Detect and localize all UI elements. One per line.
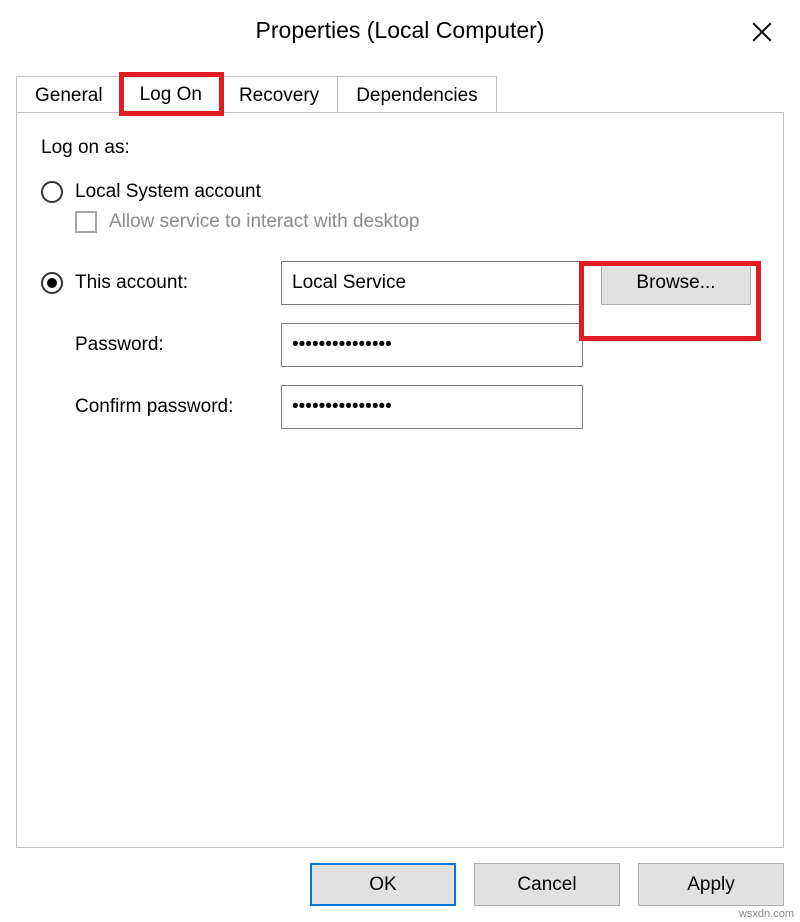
close-icon xyxy=(752,22,772,42)
dialog-content: General Log On Recovery Dependencies Log… xyxy=(16,62,784,850)
ok-button[interactable]: OK xyxy=(310,863,456,906)
radio-row-local-system[interactable]: Local System account xyxy=(41,181,759,203)
tab-dependencies[interactable]: Dependencies xyxy=(338,76,496,113)
properties-dialog: Properties (Local Computer) General Log … xyxy=(0,0,800,922)
this-account-group: This account: Browse... Password: Confir… xyxy=(41,261,759,429)
titlebar: Properties (Local Computer) xyxy=(0,0,800,60)
tab-general[interactable]: General xyxy=(16,76,122,113)
apply-button[interactable]: Apply xyxy=(638,863,784,906)
tab-bar: General Log On Recovery Dependencies xyxy=(16,62,784,112)
tab-panel-log-on: Log on as: Local System account Allow se… xyxy=(16,112,784,848)
checkbox-allow-interact xyxy=(75,211,97,233)
logon-as-label: Log on as: xyxy=(41,137,759,159)
row-confirm-password: Confirm password: xyxy=(41,385,759,429)
cancel-button[interactable]: Cancel xyxy=(474,863,620,906)
allow-interact-label: Allow service to interact with desktop xyxy=(109,211,419,233)
watermark: wsxdn.com xyxy=(739,908,794,920)
browse-button[interactable]: Browse... xyxy=(601,261,751,305)
row-this-account: This account: Browse... xyxy=(41,261,759,305)
radio-local-system[interactable] xyxy=(41,181,63,203)
confirm-password-input[interactable] xyxy=(281,385,583,429)
tab-log-on[interactable]: Log On xyxy=(122,75,221,113)
password-input[interactable] xyxy=(281,323,583,367)
this-account-label: This account: xyxy=(75,272,188,294)
tab-recovery[interactable]: Recovery xyxy=(221,76,338,113)
allow-interact-row: Allow service to interact with desktop xyxy=(75,211,759,233)
window-title: Properties (Local Computer) xyxy=(256,17,545,44)
local-system-label: Local System account xyxy=(75,181,261,203)
radio-this-account[interactable] xyxy=(41,272,63,294)
password-label: Password: xyxy=(41,334,281,356)
this-account-input[interactable] xyxy=(281,261,583,305)
confirm-password-label: Confirm password: xyxy=(41,396,281,418)
row-password: Password: xyxy=(41,323,759,367)
close-button[interactable] xyxy=(744,14,780,50)
dialog-button-bar: OK Cancel Apply xyxy=(16,863,784,906)
